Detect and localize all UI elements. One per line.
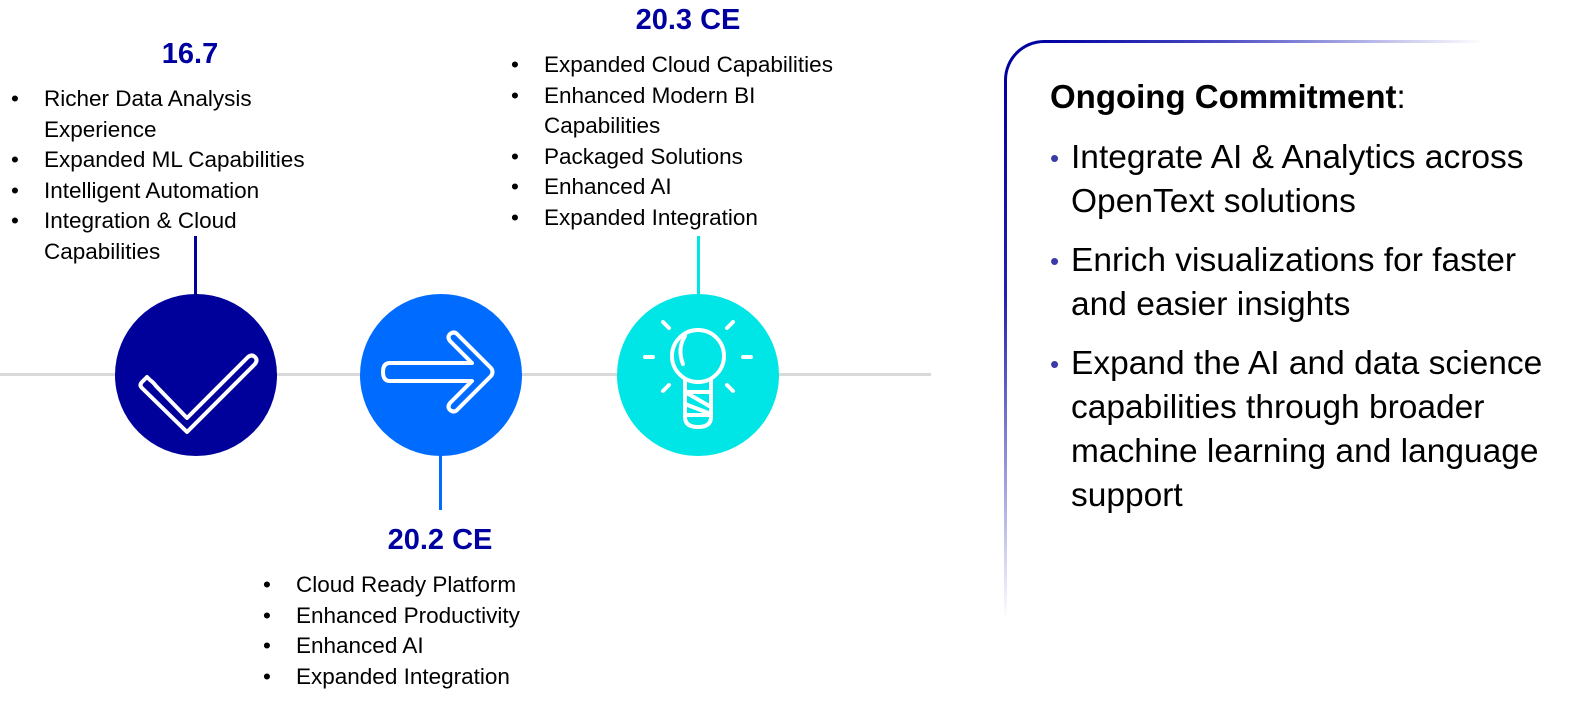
list-item: Integration & Cloud Capabilities bbox=[11, 206, 274, 267]
list-item: Packaged Solutions bbox=[511, 142, 891, 173]
panel-border-corner bbox=[1004, 40, 1046, 82]
commitment-title: Ongoing Commitment: bbox=[1050, 78, 1406, 116]
list-item: Integrate AI & Analytics across OpenText… bbox=[1050, 136, 1571, 224]
milestone-3-version: 20.3 CE bbox=[635, 4, 741, 36]
list-item: Expanded Cloud Capabilities bbox=[511, 50, 891, 81]
list-item: Expanded ML Capabilities bbox=[11, 145, 341, 176]
milestone-3-circle bbox=[617, 294, 779, 456]
milestone-3-list: Expanded Cloud Capabilities Enhanced Mod… bbox=[511, 50, 891, 233]
panel-border-top bbox=[1044, 40, 1484, 43]
milestone-2-stem bbox=[439, 450, 442, 510]
commitment-panel: Ongoing Commitment: Integrate AI & Analy… bbox=[1004, 40, 1592, 620]
commitment-list: Integrate AI & Analytics across OpenText… bbox=[1050, 136, 1592, 533]
list-item: Expanded Integration bbox=[511, 203, 891, 234]
milestone-1-circle bbox=[115, 294, 277, 456]
milestone-2-version: 20.2 CE bbox=[387, 524, 493, 556]
list-item: Expand the AI and data science capabilit… bbox=[1050, 342, 1591, 518]
lightbulb-icon bbox=[643, 320, 753, 430]
checkmark-icon bbox=[138, 353, 259, 434]
list-item: Intelligent Automation bbox=[11, 176, 341, 207]
milestone-2-circle bbox=[360, 294, 522, 456]
list-item: Cloud Ready Platform bbox=[263, 570, 593, 601]
list-item: Enrich visualizations for faster and eas… bbox=[1050, 239, 1571, 327]
panel-border-left bbox=[1004, 80, 1007, 620]
commitment-title-bold: Ongoing Commitment bbox=[1050, 78, 1397, 115]
list-item: Expanded Integration bbox=[263, 662, 593, 693]
milestone-2-list: Cloud Ready Platform Enhanced Productivi… bbox=[263, 570, 593, 692]
milestone-1-list: Richer Data Analysis Experience Expanded… bbox=[11, 84, 341, 267]
list-item: Enhanced AI bbox=[263, 631, 593, 662]
milestone-1-stem bbox=[194, 236, 197, 296]
arrow-right-icon bbox=[381, 330, 495, 414]
list-item: Richer Data Analysis Experience bbox=[11, 84, 274, 145]
commitment-title-suffix: : bbox=[1396, 78, 1406, 115]
list-item: Enhanced AI bbox=[511, 172, 891, 203]
milestone-1-version: 16.7 bbox=[161, 38, 219, 70]
list-item: Enhanced Productivity bbox=[263, 601, 593, 632]
milestone-3-stem bbox=[697, 236, 700, 296]
list-item: Enhanced Modern BI Capabilities bbox=[511, 81, 804, 142]
